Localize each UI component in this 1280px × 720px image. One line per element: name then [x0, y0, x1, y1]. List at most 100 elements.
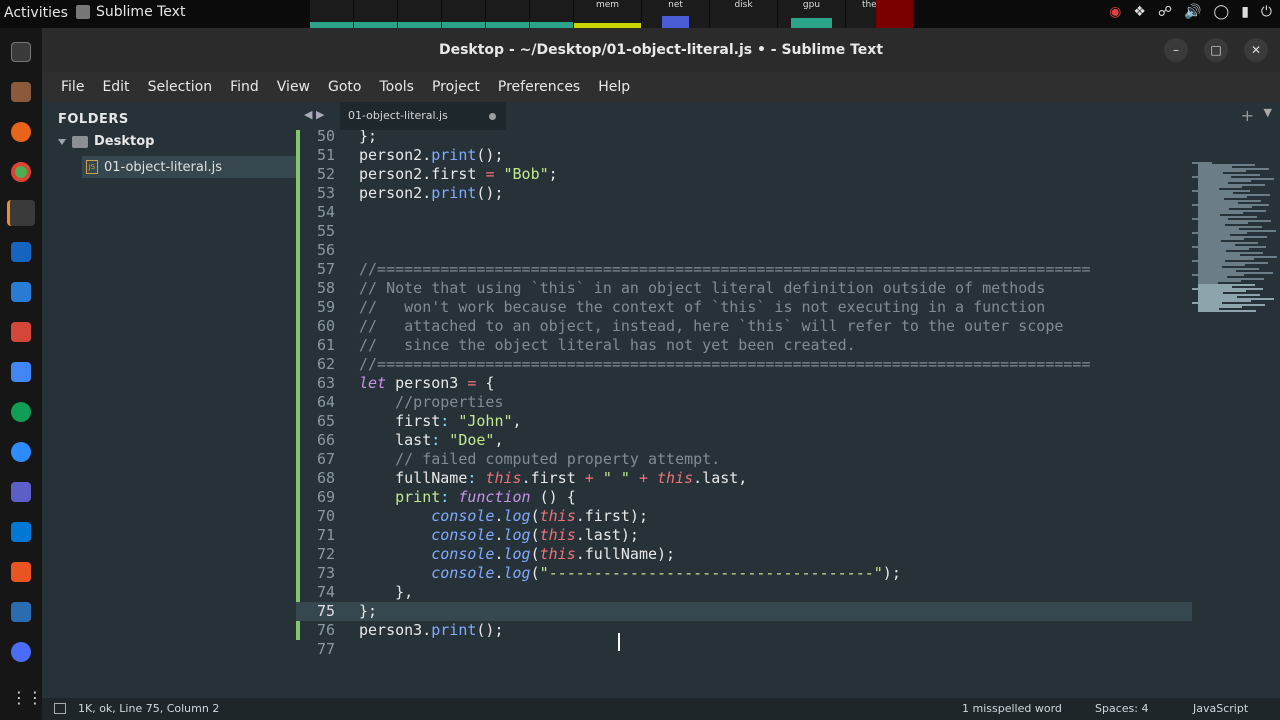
system-tray[interactable]: ◉ ❖ ☍ 🔊 ◯ ▮ ⏻: [1109, 4, 1272, 20]
code-line[interactable]: 68 fullName: this.first + " " + this.las…: [296, 469, 1192, 488]
menu-goto[interactable]: Goto: [319, 79, 370, 95]
code-line[interactable]: 62 //====================================…: [296, 355, 1192, 374]
microphone-icon[interactable]: ◯: [1214, 4, 1230, 20]
tab-01-object-literal[interactable]: 01-object-literal.js: [340, 102, 506, 130]
file-item[interactable]: JS 01-object-literal.js: [82, 156, 296, 178]
files-icon[interactable]: [11, 82, 31, 102]
window-title-bar[interactable]: Desktop - ~/Desktop/01-object-literal.js…: [42, 28, 1280, 72]
new-tab-button[interactable]: +: [1241, 106, 1254, 125]
tab-nav-arrows[interactable]: ◀ ▶: [304, 108, 324, 121]
chrome-icon[interactable]: [11, 162, 31, 182]
code-line[interactable]: 55: [296, 222, 1192, 241]
menu-edit[interactable]: Edit: [93, 79, 138, 95]
status-indentation[interactable]: Spaces: 4: [1095, 702, 1148, 715]
menu-find[interactable]: Find: [221, 79, 268, 95]
code-line[interactable]: 74 },: [296, 583, 1192, 602]
status-syntax[interactable]: JavaScript: [1193, 702, 1248, 715]
code-line[interactable]: 71 console.log(this.last);: [296, 526, 1192, 545]
code-line[interactable]: 67 // failed computed property attempt.: [296, 450, 1192, 469]
mail-icon[interactable]: [11, 282, 31, 302]
volume-icon[interactable]: 🔊: [1184, 4, 1201, 20]
line-number: 74: [316, 583, 335, 601]
code-line[interactable]: 63 let person3 = {: [296, 374, 1192, 393]
code-line[interactable]: 73 console.log("------------------------…: [296, 564, 1192, 583]
dict-icon[interactable]: [11, 242, 31, 262]
code-line[interactable]: 75};: [296, 602, 1192, 621]
code-line[interactable]: 58 // Note that using `this` in an object…: [296, 279, 1192, 298]
code-line[interactable]: 54: [296, 203, 1192, 222]
code-line[interactable]: 56: [296, 241, 1192, 260]
activities-button[interactable]: Activities: [4, 5, 68, 21]
code-line[interactable]: 51 person2.print();: [296, 146, 1192, 165]
firefox-icon[interactable]: [11, 122, 31, 142]
code-line[interactable]: 52 person2.first = "Bob";: [296, 165, 1192, 184]
menu-view[interactable]: View: [268, 79, 319, 95]
network-icon[interactable]: ☍: [1158, 4, 1172, 20]
unsaved-dot-icon[interactable]: [489, 113, 496, 120]
sublime-dock-icon[interactable]: [7, 200, 35, 226]
code-line[interactable]: 61 // since the object literal has not ye…: [296, 336, 1192, 355]
code-token: ();: [476, 184, 504, 202]
menu-preferences[interactable]: Preferences: [489, 79, 589, 95]
code-line[interactable]: 65 first: "John",: [296, 412, 1192, 431]
folder-desktop[interactable]: Desktop: [58, 134, 154, 149]
code-line[interactable]: 57 //====================================…: [296, 260, 1192, 279]
zoom-icon[interactable]: [11, 442, 31, 462]
code-token: print: [431, 146, 477, 164]
code-line[interactable]: 60 // attached to an object, instead, her…: [296, 317, 1192, 336]
terminal-icon[interactable]: [11, 42, 31, 62]
line-number: 52: [316, 165, 335, 183]
code-text: console.log(this.first);: [359, 507, 648, 526]
teams-icon[interactable]: [11, 482, 31, 502]
power-icon[interactable]: ⏻: [1261, 4, 1272, 20]
code-line[interactable]: 66 last: "Doe",: [296, 431, 1192, 450]
code-line[interactable]: 77: [296, 640, 1192, 659]
line-number: 60: [316, 317, 335, 335]
update-icon[interactable]: [11, 642, 31, 662]
menu-project[interactable]: Project: [423, 79, 489, 95]
code-line[interactable]: 50};: [296, 130, 1192, 146]
close-button[interactable]: ✕: [1244, 38, 1268, 62]
gmail-icon[interactable]: [11, 322, 31, 342]
tab-list-button[interactable]: ▼: [1264, 106, 1272, 119]
menu-help[interactable]: Help: [589, 79, 639, 95]
code-token: person2.first: [359, 165, 486, 183]
code-token: (: [530, 526, 540, 544]
battery-icon[interactable]: ▮: [1241, 4, 1249, 20]
code-token: .: [494, 545, 504, 563]
menu-selection[interactable]: Selection: [139, 79, 222, 95]
minimap[interactable]: [1192, 130, 1280, 698]
menu-file[interactable]: File: [52, 79, 93, 95]
toggle-sidebar-icon[interactable]: [54, 703, 66, 714]
phone-icon[interactable]: [11, 402, 31, 422]
code-line[interactable]: 64 //properties: [296, 393, 1192, 412]
software-icon[interactable]: [11, 562, 31, 582]
expand-triangle-icon[interactable]: [58, 138, 66, 145]
code-token: .first: [521, 469, 585, 487]
code-token: console: [431, 564, 495, 582]
code-line[interactable]: 69 print: function () {: [296, 488, 1192, 507]
outlook-icon[interactable]: [11, 522, 31, 542]
code-token: };: [359, 130, 378, 145]
menu-tools[interactable]: Tools: [370, 79, 423, 95]
code-editor[interactable]: 50}; 51 person2.print(); 52 person2.first = …: [296, 130, 1192, 698]
maximize-button[interactable]: □: [1204, 38, 1228, 62]
code-line[interactable]: 59 // won't work because the context of `…: [296, 298, 1192, 317]
code-line[interactable]: 53 person2.print();: [296, 184, 1192, 203]
app-menu[interactable]: Sublime Text: [76, 4, 185, 20]
code-line[interactable]: 76 person3.print();: [296, 621, 1192, 640]
line-number: 71: [316, 526, 335, 544]
code-line[interactable]: 70 console.log(this.first);: [296, 507, 1192, 526]
code-line[interactable]: 72 console.log(this.fullName);: [296, 545, 1192, 564]
inkscape-icon[interactable]: [11, 602, 31, 622]
camera-icon[interactable]: ◉: [1109, 4, 1121, 20]
calendar-icon[interactable]: [11, 362, 31, 382]
dropbox-icon[interactable]: ❖: [1133, 4, 1146, 20]
status-spellcheck[interactable]: 1 misspelled word: [962, 702, 1062, 715]
code-token: "John": [449, 412, 513, 430]
app-grid-icon[interactable]: ⋮⋮: [11, 688, 43, 708]
minimize-button[interactable]: –: [1164, 38, 1188, 62]
code-token: //properties: [395, 393, 504, 411]
